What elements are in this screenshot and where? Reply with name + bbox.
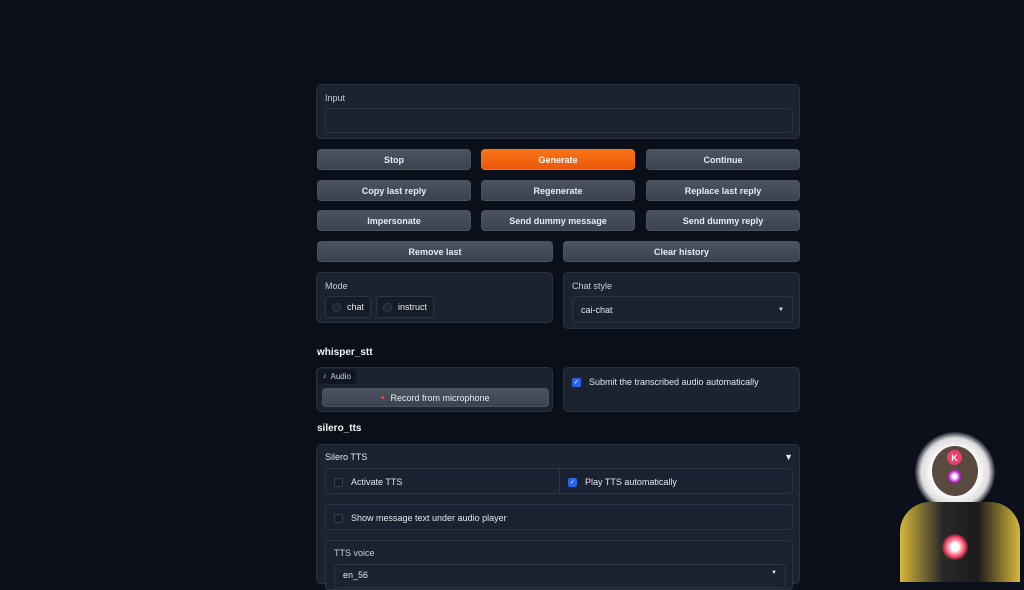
tts-voice-group: TTS voice en_56 ▼ bbox=[325, 540, 793, 590]
mode-panel: Mode chat instruct bbox=[316, 272, 553, 323]
input-panel: Input bbox=[316, 84, 800, 139]
tts-voice-label: TTS voice bbox=[334, 548, 375, 558]
record-dot-icon bbox=[381, 396, 385, 399]
checkbox-checked-icon: ✓ bbox=[572, 377, 581, 387]
checkbox-icon bbox=[334, 477, 343, 487]
avatar-eye bbox=[948, 470, 961, 483]
replace-last-reply-button[interactable]: Replace last reply bbox=[646, 180, 800, 201]
silero-accordion-header[interactable]: Silero TTS ▼ bbox=[325, 452, 793, 462]
radio-dot bbox=[332, 302, 341, 312]
audio-panel: ♪ Audio Record from microphone bbox=[316, 367, 553, 412]
mode-radio-chat[interactable]: chat bbox=[325, 296, 372, 318]
send-dummy-reply-button[interactable]: Send dummy reply bbox=[646, 210, 800, 231]
show-text-checkbox[interactable]: Show message text under audio player bbox=[334, 513, 507, 523]
checkbox-icon bbox=[334, 513, 343, 523]
input-textbox[interactable] bbox=[325, 108, 793, 133]
regenerate-button[interactable]: Regenerate bbox=[481, 180, 635, 201]
record-microphone-button[interactable]: Record from microphone bbox=[322, 388, 549, 407]
submit-auto-label: Submit the transcribed audio automatical… bbox=[589, 377, 759, 387]
mode-radio-instruct[interactable]: instruct bbox=[376, 296, 435, 318]
activate-tts-checkbox[interactable]: Activate TTS bbox=[334, 477, 402, 487]
chat-style-panel: Chat style cai-chat ▼ bbox=[563, 272, 800, 329]
chat-style-label: Chat style bbox=[572, 281, 613, 291]
checkbox-checked-icon: ✓ bbox=[568, 477, 577, 487]
play-tts-auto-label: Play TTS automatically bbox=[585, 477, 677, 487]
divider bbox=[559, 469, 560, 493]
radio-dot bbox=[383, 302, 392, 312]
mode-label: Mode bbox=[325, 281, 348, 291]
tts-checkbox-group: Activate TTS ✓ Play TTS automatically bbox=[325, 468, 793, 494]
tts-voice-dropdown[interactable]: en_56 ▼ bbox=[334, 564, 786, 588]
chat-style-dropdown[interactable]: cai-chat ▼ bbox=[572, 296, 793, 323]
activate-tts-label: Activate TTS bbox=[351, 477, 403, 487]
show-text-label: Show message text under audio player bbox=[351, 513, 507, 523]
submit-auto-checkbox[interactable]: ✓ Submit the transcribed audio automatica… bbox=[572, 377, 759, 387]
avatar-badge: K bbox=[947, 450, 962, 465]
clear-history-button[interactable]: Clear history bbox=[563, 241, 800, 262]
submit-panel: ✓ Submit the transcribed audio automatica… bbox=[563, 367, 800, 412]
silero-tts-heading: silero_tts bbox=[317, 423, 362, 434]
streamer-avatar-overlay: K bbox=[890, 430, 1024, 582]
copy-last-reply-button[interactable]: Copy last reply bbox=[317, 180, 471, 201]
silero-accordion: Silero TTS ▼ Activate TTS ✓ Play TTS autom… bbox=[316, 444, 800, 590]
play-tts-auto-checkbox[interactable]: ✓ Play TTS automatically bbox=[568, 477, 677, 487]
continue-button[interactable]: Continue bbox=[646, 149, 800, 170]
audio-tab: ♪ Audio bbox=[318, 369, 356, 384]
whisper-stt-heading: whisper_stt bbox=[317, 347, 373, 358]
send-dummy-message-button[interactable]: Send dummy message bbox=[481, 210, 635, 231]
audio-tab-label: Audio bbox=[330, 372, 351, 381]
caret-down-icon: ▼ bbox=[784, 452, 793, 462]
accordion-title: Silero TTS bbox=[325, 452, 368, 462]
chat-style-value: cai-chat bbox=[581, 304, 613, 315]
radio-label: chat bbox=[347, 302, 365, 312]
music-icon: ♪ bbox=[323, 373, 327, 380]
show-text-group: Show message text under audio player bbox=[325, 504, 793, 530]
impersonate-button[interactable]: Impersonate bbox=[317, 210, 471, 231]
input-label: Input bbox=[325, 93, 346, 103]
remove-last-button[interactable]: Remove last bbox=[317, 241, 553, 262]
record-label: Record from microphone bbox=[390, 392, 490, 403]
tts-voice-value: en_56 bbox=[343, 570, 369, 580]
stop-button[interactable]: Stop bbox=[317, 149, 471, 170]
generate-button[interactable]: Generate bbox=[481, 149, 635, 170]
radio-label: instruct bbox=[398, 302, 428, 312]
chevron-down-icon: ▼ bbox=[778, 306, 784, 313]
avatar-core bbox=[942, 534, 968, 560]
chevron-down-icon: ▼ bbox=[771, 570, 777, 576]
